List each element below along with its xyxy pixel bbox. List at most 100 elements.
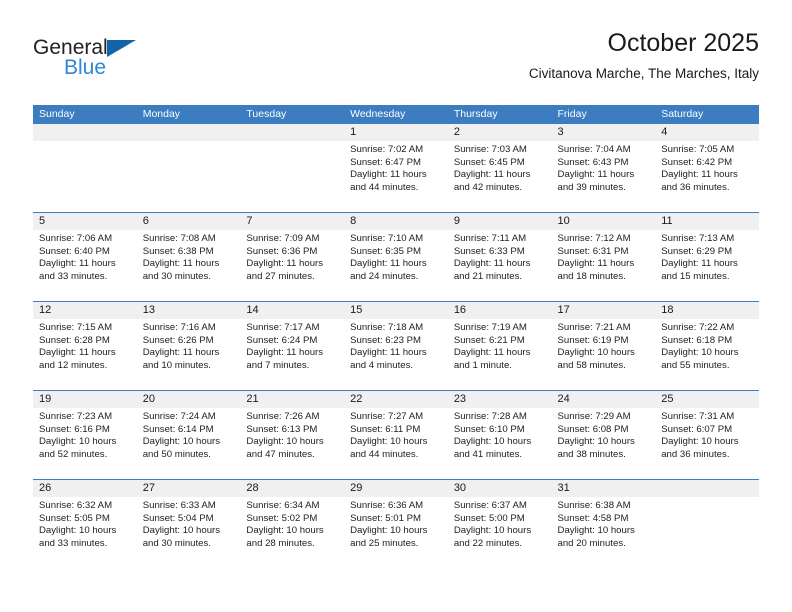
day-cell[interactable]: 4 Sunrise: 7:05 AM Sunset: 6:42 PM Daylight… <box>655 124 759 212</box>
day-number: 18 <box>661 304 674 316</box>
day-cell[interactable]: 19 Sunrise: 7:23 AM Sunset: 6:16 PM Dayligh… <box>33 391 137 479</box>
day-cell-empty <box>33 124 137 212</box>
day-cell[interactable]: 17 Sunrise: 7:21 AM Sunset: 6:19 PM Dayligh… <box>551 302 656 390</box>
daylight-text-line2: and 27 minutes. <box>246 270 315 282</box>
day-cell[interactable]: 25 Sunrise: 7:31 AM Sunset: 6:07 PM Dayligh… <box>655 391 759 479</box>
sunset-text: Sunset: 5:00 PM <box>453 512 525 524</box>
daylight-text-line1: Daylight: 11 hours <box>246 258 324 270</box>
daylight-text-line1: Daylight: 11 hours <box>142 347 220 359</box>
day-number: 4 <box>661 126 668 138</box>
day-cell[interactable]: 18 Sunrise: 7:22 AM Sunset: 6:18 PM Dayligh… <box>655 302 759 390</box>
day-cell[interactable]: 3 Sunrise: 7:04 AM Sunset: 6:43 PM Daylight… <box>551 124 656 212</box>
day-sun-info: Sunrise: 7:29 AM Sunset: 6:08 PM Daylight:… <box>558 411 650 461</box>
day-cell[interactable]: 27 Sunrise: 6:33 AM Sunset: 5:04 PM Dayligh… <box>136 480 241 568</box>
sunrise-text: Sunrise: 7:18 AM <box>350 322 424 333</box>
daylight-text-line1: Daylight: 10 hours <box>453 525 532 537</box>
day-cell[interactable]: 24 Sunrise: 7:29 AM Sunset: 6:08 PM Dayligh… <box>551 391 656 479</box>
sunrise-text: Sunrise: 7:23 AM <box>39 411 113 422</box>
day-sun-info: Sunrise: 7:03 AM Sunset: 6:45 PM Daylight:… <box>454 144 546 194</box>
day-sun-info: Sunrise: 7:02 AM Sunset: 6:47 PM Daylight:… <box>350 144 442 194</box>
day-number: 10 <box>557 215 570 227</box>
daylight-text-line2: and 24 minutes. <box>350 270 419 282</box>
day-sun-info: Sunrise: 7:06 AM Sunset: 6:40 PM Daylight:… <box>39 233 131 283</box>
sunset-text: Sunset: 6:08 PM <box>557 423 629 435</box>
day-number: 27 <box>142 482 155 494</box>
weekday-header-thursday: Thursday <box>453 108 498 120</box>
sunrise-text: Sunrise: 7:29 AM <box>557 411 631 422</box>
day-cell[interactable]: 12 Sunrise: 7:15 AM Sunset: 6:28 PM Dayligh… <box>33 302 137 390</box>
day-sun-info: Sunrise: 7:16 AM Sunset: 6:26 PM Daylight:… <box>143 322 235 372</box>
day-sun-info: Sunrise: 6:33 AM Sunset: 5:04 PM Daylight:… <box>143 500 235 550</box>
daylight-text-line2: and 55 minutes. <box>661 359 730 371</box>
day-cell[interactable]: 13 Sunrise: 7:16 AM Sunset: 6:26 PM Dayligh… <box>136 302 241 390</box>
day-cell[interactable]: 21 Sunrise: 7:26 AM Sunset: 6:13 PM Dayligh… <box>240 391 345 479</box>
day-cell[interactable]: 2 Sunrise: 7:03 AM Sunset: 6:45 PM Daylight… <box>447 124 552 212</box>
sunrise-text: Sunrise: 7:02 AM <box>350 144 424 155</box>
sunrise-text: Sunrise: 7:10 AM <box>350 233 424 244</box>
daylight-text-line1: Daylight: 11 hours <box>350 347 427 359</box>
weekday-header-wednesday: Wednesday <box>350 108 406 120</box>
day-cell[interactable]: 10 Sunrise: 7:12 AM Sunset: 6:31 PM Dayligh… <box>551 213 656 301</box>
day-number: 26 <box>39 482 52 494</box>
sunset-text: Sunset: 6:31 PM <box>557 245 629 257</box>
sunset-text: Sunset: 6:43 PM <box>557 156 629 168</box>
day-cell[interactable]: 30 Sunrise: 6:37 AM Sunset: 5:00 PM Dayligh… <box>447 480 552 568</box>
day-cell[interactable]: 22 Sunrise: 7:27 AM Sunset: 6:11 PM Dayligh… <box>344 391 448 479</box>
sunset-text: Sunset: 6:29 PM <box>661 245 733 257</box>
day-cell[interactable]: 1 Sunrise: 7:02 AM Sunset: 6:47 PM Daylight… <box>344 124 448 212</box>
daylight-text-line1: Daylight: 11 hours <box>39 258 116 270</box>
sunset-text: Sunset: 5:02 PM <box>246 512 318 524</box>
sunrise-text: Sunrise: 7:08 AM <box>142 233 216 244</box>
day-cell[interactable]: 14 Sunrise: 7:17 AM Sunset: 6:24 PM Dayligh… <box>240 302 345 390</box>
day-number: 13 <box>142 304 155 316</box>
daylight-text-line1: Daylight: 11 hours <box>453 169 531 181</box>
sunrise-text: Sunrise: 7:16 AM <box>142 322 216 333</box>
day-cell[interactable]: 7 Sunrise: 7:09 AM Sunset: 6:36 PM Daylight… <box>240 213 345 301</box>
daylight-text-line1: Daylight: 10 hours <box>557 525 635 537</box>
day-cell[interactable]: 31 Sunrise: 6:38 AM Sunset: 4:58 PM Dayligh… <box>551 480 656 568</box>
day-cell[interactable]: 29 Sunrise: 6:36 AM Sunset: 5:01 PM Dayligh… <box>344 480 448 568</box>
day-cell[interactable]: 5 Sunrise: 7:06 AM Sunset: 6:40 PM Daylight… <box>33 213 137 301</box>
sunrise-text: Sunrise: 7:28 AM <box>453 411 527 422</box>
day-sun-info: Sunrise: 7:31 AM Sunset: 6:07 PM Daylight:… <box>661 411 753 461</box>
sunrise-text: Sunrise: 7:03 AM <box>453 144 527 155</box>
sunset-text: Sunset: 6:26 PM <box>142 334 214 346</box>
day-sun-info: Sunrise: 6:37 AM Sunset: 5:00 PM Daylight:… <box>454 500 546 550</box>
day-cell[interactable]: 6 Sunrise: 7:08 AM Sunset: 6:38 PM Daylight… <box>136 213 241 301</box>
day-cell[interactable]: 16 Sunrise: 7:19 AM Sunset: 6:21 PM Dayligh… <box>447 302 552 390</box>
calendar-week-row: 1 Sunrise: 7:02 AM Sunset: 6:47 PM Daylight… <box>33 124 759 212</box>
daylight-text-line1: Daylight: 11 hours <box>142 258 220 270</box>
daylight-text-line1: Daylight: 11 hours <box>661 169 738 181</box>
day-number: 29 <box>350 482 363 494</box>
weekday-header-saturday: Saturday <box>661 108 704 120</box>
day-number: 15 <box>350 304 363 316</box>
day-cell[interactable]: 23 Sunrise: 7:28 AM Sunset: 6:10 PM Dayligh… <box>447 391 552 479</box>
calendar-week-row: 26 Sunrise: 6:32 AM Sunset: 5:05 PM Dayligh… <box>33 479 759 568</box>
daylight-text-line2: and 41 minutes. <box>453 448 523 460</box>
day-cell[interactable]: 26 Sunrise: 6:32 AM Sunset: 5:05 PM Dayligh… <box>33 480 137 568</box>
day-cell[interactable]: 15 Sunrise: 7:18 AM Sunset: 6:23 PM Dayligh… <box>344 302 448 390</box>
sunset-text: Sunset: 6:19 PM <box>557 334 629 346</box>
day-cell[interactable]: 8 Sunrise: 7:10 AM Sunset: 6:35 PM Daylight… <box>344 213 448 301</box>
weekday-header-friday: Friday <box>557 108 587 120</box>
day-sun-info: Sunrise: 7:04 AM Sunset: 6:43 PM Daylight:… <box>558 144 650 194</box>
sunset-text: Sunset: 6:24 PM <box>246 334 318 346</box>
day-cell[interactable]: 11 Sunrise: 7:13 AM Sunset: 6:29 PM Dayligh… <box>655 213 759 301</box>
daylight-text-line2: and 18 minutes. <box>557 270 626 282</box>
sunrise-text: Sunrise: 7:09 AM <box>246 233 320 244</box>
day-number: 16 <box>453 304 467 316</box>
sunset-text: Sunset: 6:33 PM <box>453 245 525 257</box>
day-cell[interactable]: 9 Sunrise: 7:11 AM Sunset: 6:33 PM Daylight… <box>447 213 552 301</box>
day-cell[interactable]: 28 Sunrise: 6:34 AM Sunset: 5:02 PM Dayligh… <box>240 480 345 568</box>
daylight-text-line2: and 58 minutes. <box>557 359 626 371</box>
daylight-text-line1: Daylight: 10 hours <box>453 436 532 448</box>
day-cell[interactable]: 20 Sunrise: 7:24 AM Sunset: 6:14 PM Dayligh… <box>136 391 241 479</box>
sunrise-text: Sunrise: 7:27 AM <box>350 411 424 422</box>
day-cell-empty <box>240 124 345 212</box>
day-number: 9 <box>453 215 460 227</box>
daylight-text-line2: and 21 minutes. <box>453 270 523 282</box>
day-sun-info: Sunrise: 7:24 AM Sunset: 6:14 PM Daylight:… <box>143 411 235 461</box>
sunrise-text: Sunrise: 6:33 AM <box>142 500 216 511</box>
general-blue-logo[interactable]: General Blue <box>33 36 233 88</box>
daylight-text-line1: Daylight: 11 hours <box>350 169 427 181</box>
